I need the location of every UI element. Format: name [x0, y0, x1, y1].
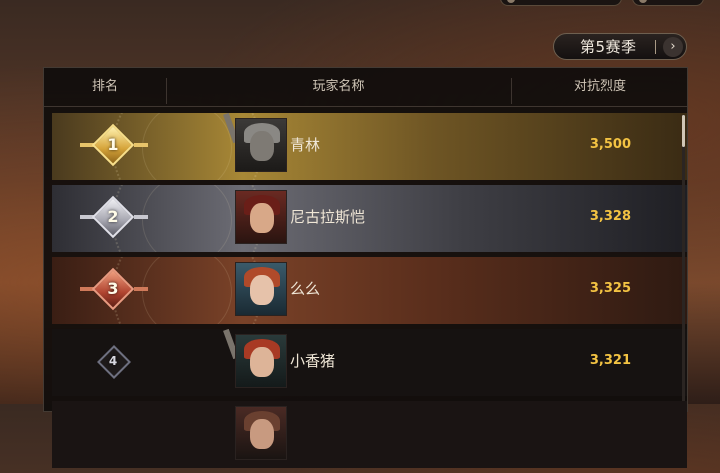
player-score: 3,321 [589, 353, 631, 368]
leaderboard-row[interactable]: 4 小香猪 3,321 [52, 329, 687, 396]
leaderboard-row[interactable]: 1 青林 3,500 [52, 113, 687, 180]
rank-number: 3 [107, 279, 119, 298]
currency-icon [639, 0, 647, 3]
leaderboard-row[interactable]: 3 么么 3,325 [52, 257, 687, 324]
top-widget-left[interactable] [500, 0, 622, 6]
player-avatar[interactable] [235, 190, 287, 244]
player-name: 尼古拉斯恺 [290, 208, 366, 226]
leaderboard-row[interactable] [52, 401, 687, 468]
header-rank: 排名 [91, 79, 118, 94]
player-name: 么么 [290, 280, 321, 298]
player-score: 3,328 [589, 209, 631, 224]
leaderboard-rows: 1 青林 3,500 2 尼古拉斯恺 3,328 3 么么 3,325 4 小香… [52, 113, 687, 473]
player-name: 青林 [290, 136, 321, 154]
leaderboard-panel: 排名 玩家名称 对抗烈度 1 青林 3,500 2 尼古拉斯恺 3,328 3 … [43, 67, 688, 468]
player-avatar[interactable] [235, 118, 287, 172]
player-avatar[interactable] [235, 406, 287, 460]
rank-badge-ornament [134, 215, 148, 219]
rank-number: 1 [107, 135, 119, 154]
player-avatar[interactable] [235, 334, 287, 388]
row-decoration [142, 185, 232, 252]
player-score: 3,500 [589, 137, 631, 152]
season-divider [655, 40, 656, 54]
rank-number: 2 [107, 207, 119, 226]
rank-badge-ornament [134, 287, 148, 291]
leaderboard-header: 排名 玩家名称 对抗烈度 [44, 68, 687, 107]
top-widget-right[interactable] [632, 0, 704, 6]
player-name: 小香猪 [290, 352, 336, 370]
season-label: 第5赛季 [580, 38, 637, 56]
player-avatar[interactable] [235, 262, 287, 316]
top-status-widgets [500, 0, 720, 6]
scrollbar-thumb[interactable] [682, 115, 685, 147]
rank-number: 4 [108, 354, 118, 368]
currency-icon [507, 0, 515, 3]
season-selector-button[interactable]: 第5赛季 › [553, 33, 687, 60]
header-score: 对抗烈度 [573, 79, 626, 94]
row-decoration [142, 113, 232, 180]
header-player-name: 玩家名称 [312, 79, 365, 94]
leaderboard-row[interactable]: 2 尼古拉斯恺 3,328 [52, 185, 687, 252]
row-decoration [142, 257, 232, 324]
player-score: 3,325 [589, 281, 631, 296]
leaderboard-scrollbar[interactable] [682, 115, 685, 401]
rank-badge-ornament [134, 143, 148, 147]
chevron-right-icon[interactable]: › [663, 37, 683, 57]
